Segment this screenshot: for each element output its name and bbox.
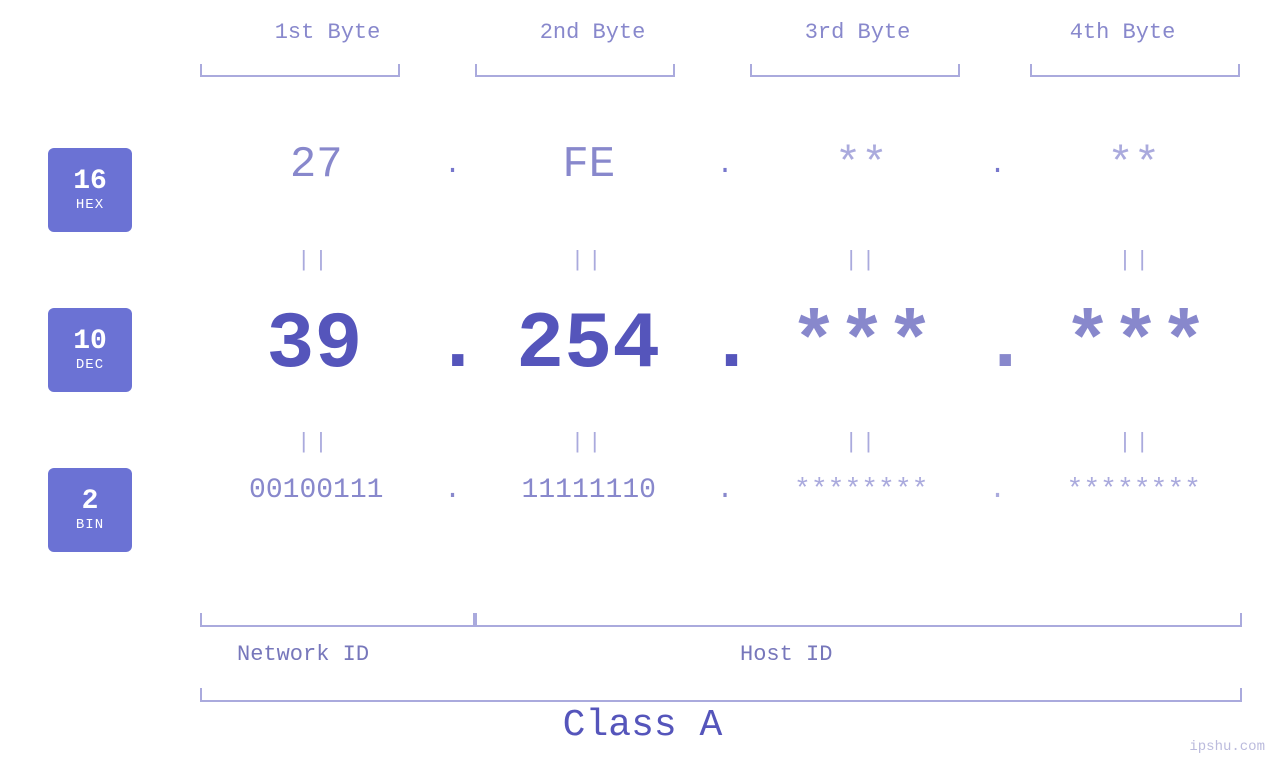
bracket-tick-3r (958, 64, 960, 76)
col-header-1: 1st Byte (195, 20, 460, 45)
dec-row: 39 . 254 . *** . *** (195, 300, 1255, 391)
eq1-byte2: || (469, 248, 708, 273)
dec-byte4: *** (1016, 300, 1255, 391)
hex-dot1: . (438, 150, 468, 181)
network-id-label: Network ID (237, 642, 369, 667)
class-label: Class A (563, 704, 723, 747)
hex-label-badge: 16 HEX (48, 148, 132, 232)
bin-label-num: 2 (82, 487, 99, 518)
eq2-byte2: || (469, 430, 708, 455)
bracket-col3 (750, 75, 960, 77)
bin-label-base: BIN (76, 517, 104, 533)
equals-row-1: || || || || (195, 248, 1255, 273)
hex-byte1: 27 (195, 140, 438, 190)
bracket-tick-4r (1238, 64, 1240, 76)
bin-byte3: ******** (740, 475, 983, 506)
eq1-byte3: || (743, 248, 982, 273)
eq2-byte4: || (1016, 430, 1255, 455)
eq2-byte1: || (195, 430, 434, 455)
hex-dot2: . (710, 150, 740, 181)
dec-byte2: 254 (469, 300, 708, 391)
col-header-2: 2nd Byte (460, 20, 725, 45)
dec-byte1: 39 (195, 300, 434, 391)
class-bracket-right-tick (1240, 688, 1242, 702)
dec-label-badge: 10 DEC (48, 308, 132, 392)
bracket-tick-2l (475, 64, 477, 76)
network-id-bracket (200, 625, 475, 627)
bin-row: 00100111 . 11111110 . ******** . *******… (195, 475, 1255, 506)
column-headers: 1st Byte 2nd Byte 3rd Byte 4th Byte (195, 20, 1255, 45)
bracket-tick-2r (673, 64, 675, 76)
col-header-4: 4th Byte (990, 20, 1255, 45)
dec-byte3: *** (743, 300, 982, 391)
bin-byte1: 00100111 (195, 475, 438, 506)
dec-dot1: . (434, 300, 469, 391)
col-header-3: 3rd Byte (725, 20, 990, 45)
hex-byte4: ** (1013, 140, 1256, 190)
watermark: ipshu.com (1189, 739, 1265, 755)
hex-byte3: ** (740, 140, 983, 190)
bin-byte2: 11111110 (468, 475, 711, 506)
bracket-tick-1l (200, 64, 202, 76)
hex-label-base: HEX (76, 197, 104, 213)
class-bracket (200, 700, 1242, 702)
net-bracket-left (200, 613, 202, 627)
bracket-tick-3l (750, 64, 752, 76)
bin-dot3: . (983, 475, 1013, 506)
bracket-tick-1r (398, 64, 400, 76)
hex-dot3: . (983, 150, 1013, 181)
dec-label-num: 10 (73, 327, 107, 358)
host-id-bracket (475, 625, 1242, 627)
dec-label-base: DEC (76, 357, 104, 373)
bin-dot1: . (438, 475, 468, 506)
class-bracket-left-tick (200, 688, 202, 702)
dec-dot2: . (708, 300, 743, 391)
bin-dot2: . (710, 475, 740, 506)
bracket-col1 (200, 75, 400, 77)
host-id-label: Host ID (740, 642, 832, 667)
bracket-col4 (1030, 75, 1240, 77)
bracket-col2 (475, 75, 675, 77)
eq2-byte3: || (743, 430, 982, 455)
bracket-tick-4l (1030, 64, 1032, 76)
dec-dot3: . (981, 300, 1016, 391)
host-bracket-left (475, 613, 477, 627)
bin-byte4: ******** (1013, 475, 1256, 506)
equals-row-2: || || || || (195, 430, 1255, 455)
host-bracket-right (1240, 613, 1242, 627)
hex-byte2: FE (468, 140, 711, 190)
main-container: 1st Byte 2nd Byte 3rd Byte 4th Byte 16 H… (0, 0, 1285, 767)
eq1-byte4: || (1016, 248, 1255, 273)
hex-label-num: 16 (73, 167, 107, 198)
eq1-byte1: || (195, 248, 434, 273)
hex-row: 27 . FE . ** . ** (195, 140, 1255, 190)
bin-label-badge: 2 BIN (48, 468, 132, 552)
